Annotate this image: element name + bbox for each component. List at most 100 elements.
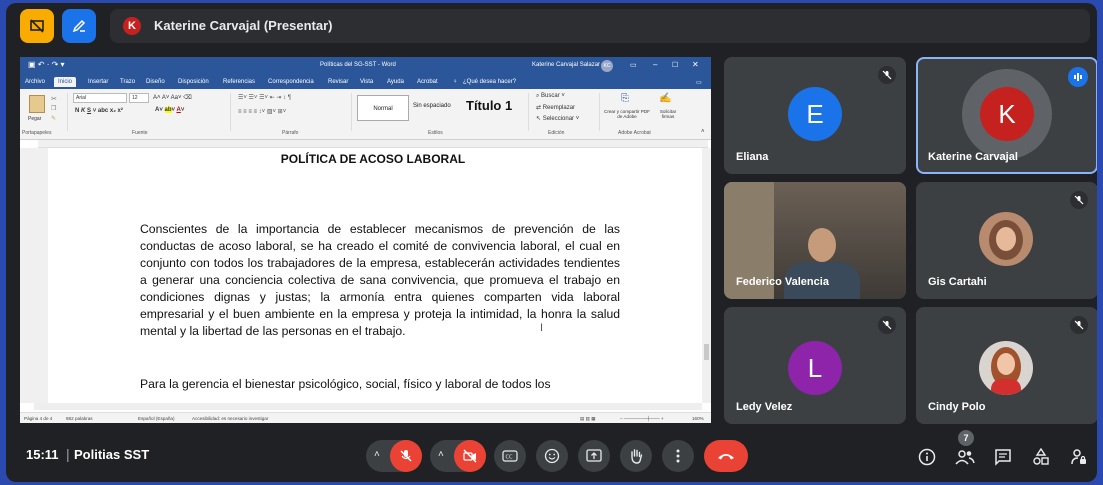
people-icon: [955, 450, 975, 465]
emoji-icon: [544, 448, 560, 464]
group-label-acrobat: Adobe Acrobat: [618, 130, 651, 136]
paste-icon[interactable]: [29, 95, 45, 113]
group-label-editing: Edición: [548, 130, 565, 136]
text-cursor-icon: I: [540, 322, 544, 334]
zoom-slider[interactable]: – ───────┼─── +: [620, 416, 664, 421]
collapse-ribbon-icon[interactable]: ˄: [701, 129, 705, 135]
mic-toggle-button[interactable]: [390, 440, 422, 472]
select-button[interactable]: ↖ Seleccionar ˅: [536, 115, 579, 122]
create-pdf-button[interactable]: Crear y compartir PDF de Adobe: [603, 109, 651, 119]
copy-icon[interactable]: ❐: [51, 105, 56, 112]
tab-correspondencia[interactable]: Correspondencia: [268, 79, 314, 85]
speaking-icon: [1068, 67, 1088, 87]
ribbon-options-icon[interactable]: ▭: [630, 61, 637, 69]
document-page[interactable]: POLÍTICA DE ACOSO LABORAL Conscientes de…: [48, 148, 698, 401]
ribbon: Pegar ✂ ❐ ✎ Portapapeles Arial 12 A˄ A˅ …: [20, 89, 711, 140]
tab-inicio[interactable]: Inicio: [54, 77, 77, 87]
view-icons[interactable]: ▤ ▥ ▦: [580, 416, 596, 422]
activities-button[interactable]: [1030, 446, 1052, 468]
tile-cindy[interactable]: Cindy Polo: [916, 307, 1097, 424]
camera-toggle-button[interactable]: [454, 440, 486, 472]
present-button[interactable]: [578, 440, 610, 472]
tab-trazo[interactable]: Trazo: [120, 79, 135, 85]
style-title1[interactable]: Título 1: [466, 98, 512, 113]
align-icons[interactable]: ≡ ≡ ≡ ≡ ↕˅ ▨˅ ⊞˅: [238, 108, 286, 115]
more-options-button[interactable]: [662, 440, 694, 472]
meeting-name: Politias SST: [74, 447, 150, 462]
tab-vista[interactable]: Vista: [360, 79, 373, 85]
scroll-thumb[interactable]: [704, 344, 709, 360]
font-size-box[interactable]: 12: [129, 93, 149, 103]
cut-icon[interactable]: ✂: [51, 95, 57, 103]
request-signatures-button[interactable]: Solicitar firmas: [653, 109, 683, 119]
captions-button[interactable]: CC: [494, 440, 526, 472]
tab-acrobat[interactable]: Acrobat: [417, 79, 438, 85]
close-icon[interactable]: ✕: [692, 60, 699, 69]
info-icon: [918, 448, 936, 466]
replace-button[interactable]: ⇄ Reemplazar: [536, 104, 575, 111]
svg-text:CC: CC: [506, 455, 513, 461]
meet-window: K Katerine Carvajal (Presentar) ▣ ↶ · ↷ …: [6, 3, 1097, 482]
participant-name: Eliana: [736, 151, 769, 163]
tile-federico[interactable]: Federico Valencia: [724, 182, 906, 299]
present-off-icon: [30, 19, 44, 33]
presenter-avatar: K: [123, 17, 141, 35]
group-label-styles: Estilos: [428, 130, 443, 136]
text-effects-icons[interactable]: A˅ ab˅ A˅: [155, 107, 184, 113]
style-normal[interactable]: Normal: [357, 95, 409, 121]
clock: 15:11: [26, 447, 59, 462]
doc-paragraph-1: Conscientes de la importancia de estable…: [140, 222, 620, 338]
group-paragraph: ☰˅ ☰˅ ☰˅ ⇤ ⇥ ↕ ¶ ≡ ≡ ≡ ≡ ↕˅ ▨˅ ⊞˅: [232, 93, 352, 131]
tile-ledy[interactable]: L Ledy Velez: [724, 307, 906, 424]
host-controls-button[interactable]: [1068, 446, 1090, 468]
comments-icon[interactable]: ▭: [696, 79, 702, 86]
meeting-info-button[interactable]: [916, 446, 938, 468]
chevron-up-icon[interactable]: ˄: [374, 449, 380, 460]
tile-eliana[interactable]: E Eliana: [724, 57, 906, 174]
chat-button[interactable]: [992, 446, 1014, 468]
font-grow-icons[interactable]: A˄ A˅ Aa˅ ⌫: [153, 94, 192, 101]
mic-off-icon: [878, 66, 896, 84]
raise-hand-button[interactable]: [620, 440, 652, 472]
tab-referencias[interactable]: Referencias: [223, 79, 255, 85]
tab-archivo[interactable]: Archivo: [25, 79, 45, 85]
status-access: Accesibilidad: es necesario investigar: [192, 416, 269, 421]
tab-ayuda[interactable]: Ayuda: [387, 79, 404, 85]
mic-off-icon: [400, 450, 412, 462]
bold-italic-underline[interactable]: N K S ˅ abc x₂ x²: [75, 108, 123, 114]
reactions-button[interactable]: [536, 440, 568, 472]
chevron-up-icon[interactable]: ˄: [438, 449, 444, 460]
presenter-bar[interactable]: K Katerine Carvajal (Presentar): [110, 9, 1090, 43]
captions-icon: CC: [502, 450, 518, 462]
mic-off-icon: [878, 316, 896, 334]
stop-presenting-button[interactable]: [20, 9, 54, 43]
word-user: Katerine Carvajal Salazar: [532, 62, 601, 68]
find-button[interactable]: ⌕ Buscar ˅: [536, 93, 565, 100]
list-icons[interactable]: ☰˅ ☰˅ ☰˅ ⇤ ⇥ ↕ ¶: [238, 94, 291, 101]
horizontal-scrollbar[interactable]: [34, 403, 702, 410]
font-name-box[interactable]: Arial: [73, 93, 127, 103]
tab-insertar[interactable]: Insertar: [88, 79, 108, 85]
mic-off-icon: [1070, 316, 1088, 334]
minimize-icon[interactable]: –: [653, 60, 657, 69]
paste-label[interactable]: Pegar: [28, 116, 41, 122]
format-painter-icon[interactable]: ✎: [51, 115, 56, 122]
leave-call-button[interactable]: [704, 440, 748, 472]
people-button[interactable]: [954, 446, 976, 468]
group-clipboard: Pegar ✂ ❐ ✎: [20, 93, 68, 131]
vertical-scrollbar[interactable]: [702, 148, 711, 403]
camera-off-icon: [463, 449, 477, 463]
tile-katerine[interactable]: K Katerine Carvajal: [916, 57, 1097, 174]
maximize-icon[interactable]: ☐: [672, 61, 678, 69]
participant-name: Cindy Polo: [928, 401, 986, 413]
tab-revisar[interactable]: Revisar: [328, 79, 348, 85]
pen-icon: [72, 19, 86, 33]
tell-me-box[interactable]: ¿Qué desea hacer?: [463, 79, 516, 85]
style-no-spacing[interactable]: Sin espaciado: [413, 103, 451, 109]
left-margin: [20, 148, 48, 403]
tile-gis[interactable]: Gis Cartahi: [916, 182, 1097, 299]
tab-disposicion[interactable]: Disposición: [178, 79, 209, 85]
annotate-button[interactable]: [62, 9, 96, 43]
tab-diseno[interactable]: Diseño: [146, 79, 165, 85]
activities-icon: [1033, 448, 1049, 465]
